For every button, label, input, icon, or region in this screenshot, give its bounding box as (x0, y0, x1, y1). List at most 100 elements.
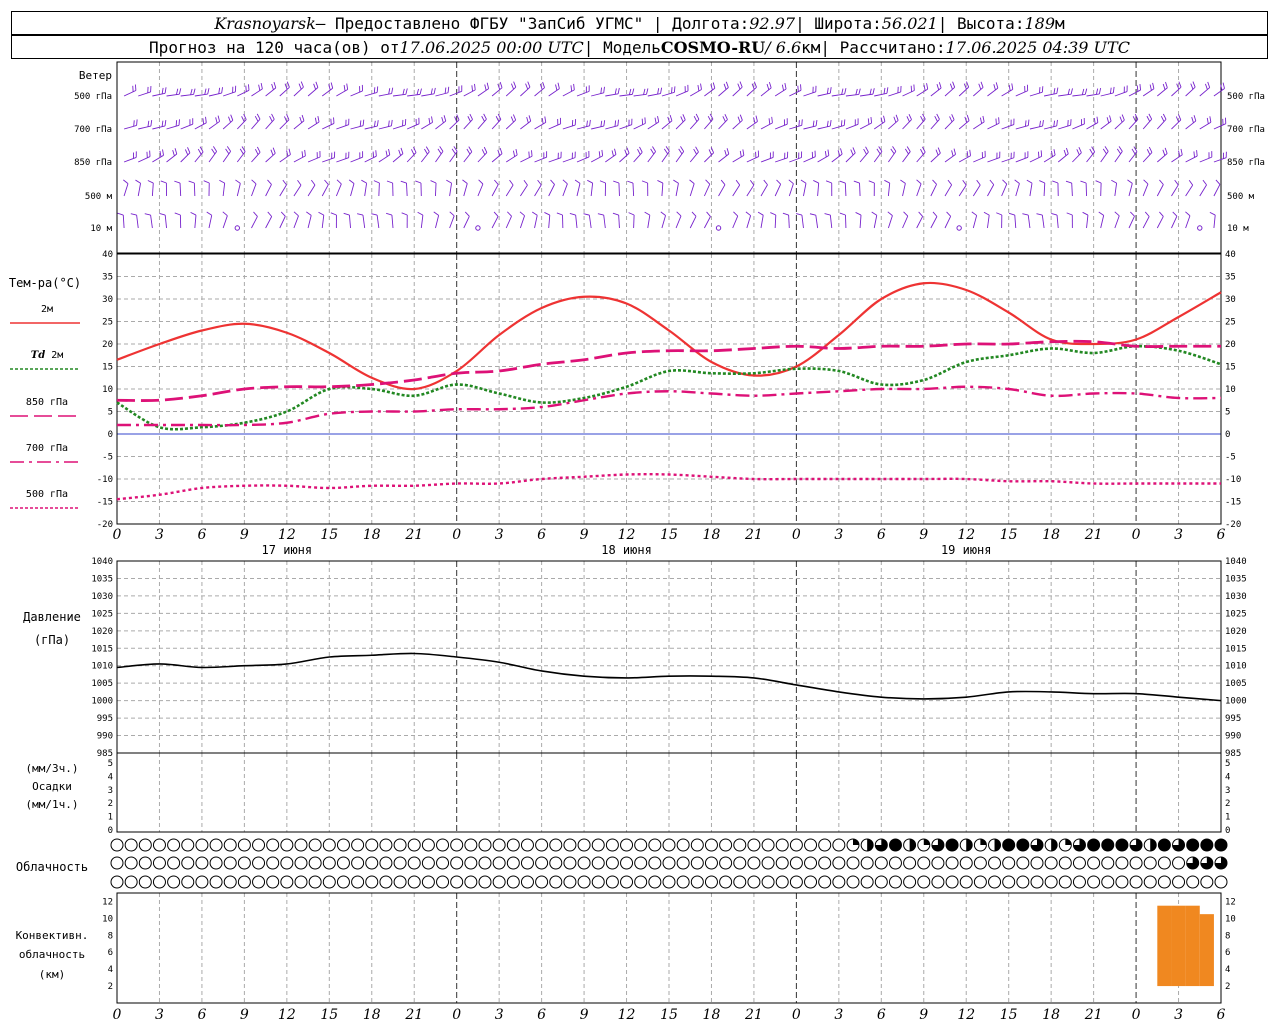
cloud-cover-icon (167, 838, 181, 852)
wind-barb-flag (197, 148, 202, 155)
wind-barb-flag (471, 85, 474, 92)
cloud-cover-icon (888, 856, 902, 870)
wind-barb-flag (510, 116, 514, 123)
wind-barb-flag (617, 119, 619, 126)
temp-ytick-left: 20 (102, 340, 113, 350)
wind-calm-mark (715, 225, 722, 231)
x-hour-label: 15 (1000, 527, 1018, 543)
pressure-ytick-right: 1020 (1225, 627, 1247, 637)
wind-barb-flag (739, 81, 743, 88)
wind-barb (376, 215, 380, 229)
wind-barb-flag (206, 211, 212, 216)
wind-barb-flag (1095, 180, 1102, 184)
wind-barb (718, 87, 729, 97)
wind-barb (194, 215, 197, 229)
cloud-cover-icon (747, 838, 761, 852)
wind-barb-flag (1111, 179, 1117, 184)
wind-barb-flag (598, 151, 601, 158)
cloud-cover-icon (917, 875, 931, 889)
wind-barb (987, 122, 1000, 130)
wind-barb (548, 88, 560, 97)
wind-barb-flag (1206, 117, 1209, 124)
cloud-cover-icon (563, 838, 577, 852)
cloud-cover-icon (294, 838, 308, 852)
wind-barb-flag (980, 81, 984, 88)
wind-barb (1142, 216, 1150, 229)
wind-level-left: 850 гПа (74, 158, 112, 168)
wind-barb (1114, 91, 1128, 97)
cloud-cover-icon (747, 856, 761, 870)
wind-barb (591, 92, 604, 97)
wind-barb (1128, 216, 1135, 229)
cloud-cover-icon (605, 875, 619, 889)
wind-barb-flag (550, 179, 555, 185)
wind-barb-flag (1222, 82, 1225, 89)
cloud-cover-icon (266, 856, 280, 870)
wind-barb (888, 120, 899, 130)
cloud-cover-icon (478, 838, 492, 852)
wind-barb-flag (969, 149, 971, 156)
wind-barb (859, 182, 861, 197)
cloud-cover-icon (804, 838, 818, 852)
wind-barb-flag (627, 180, 634, 184)
wind-barb (1157, 87, 1168, 97)
wind-barb (944, 86, 955, 97)
wind-barb (1128, 89, 1141, 97)
wind-barb-flag (573, 83, 575, 90)
wind-barb-flag (1139, 84, 1142, 91)
x-hour-label: 3 (155, 527, 164, 543)
wind-barb (845, 93, 859, 97)
wind-barb (746, 215, 752, 229)
wind-barb (123, 156, 137, 163)
wind-barb-flag (788, 179, 794, 185)
wind-barb (1043, 154, 1056, 163)
cloud-cover-icon (903, 875, 917, 889)
wind-barb (675, 90, 689, 97)
cloud-cover-icon (973, 856, 987, 870)
wind-barb (1171, 86, 1182, 97)
wind-barb (619, 124, 632, 130)
wind-barb (534, 215, 538, 229)
wind-barb-flag (1116, 148, 1121, 155)
temp-ytick-left: 25 (102, 318, 113, 328)
wind-barb-flag (425, 146, 430, 152)
wind-barb-flag (1053, 120, 1056, 127)
cloud-cover-icon (605, 856, 619, 870)
wind-barb (1014, 215, 1017, 229)
cloud-cover-fill (867, 839, 874, 851)
wind-barb-flag (1192, 81, 1196, 88)
wind-barb-flag (1102, 148, 1107, 155)
cloud-cover-icon (223, 856, 237, 870)
wind-barb-flag (1104, 146, 1109, 152)
cloud-cover-icon (789, 856, 803, 870)
wind-barb (406, 182, 408, 197)
wind-barb-flag (388, 120, 390, 127)
wind-barb (463, 216, 470, 229)
wind-barb-flag (178, 119, 180, 126)
wind-barb-flag (239, 148, 244, 155)
temp-ytick-left: 30 (102, 295, 113, 305)
wind-barb (265, 87, 277, 97)
wind-barb (1185, 184, 1194, 197)
wind-barb-flag (373, 87, 376, 94)
wind-barb (1185, 155, 1198, 163)
cloud-cover-icon (351, 838, 365, 852)
cloud-cover-icon (1044, 856, 1058, 870)
wind-barb (534, 184, 542, 197)
wind-barb-flag (995, 118, 997, 125)
cloud-cover-icon (945, 875, 959, 889)
wind-barb-flag (515, 148, 518, 156)
wind-barb (1100, 92, 1114, 97)
wind-barb-flag (641, 180, 648, 184)
wind-barb (703, 216, 711, 229)
wind-barb-flag (1172, 211, 1178, 217)
conv-title-2: облачность (19, 948, 85, 961)
wind-barb-flag (1159, 179, 1164, 185)
pressure-ytick-left: 985 (97, 749, 113, 759)
wind-barb-flag (781, 84, 784, 91)
wind-barb-flag (447, 86, 450, 93)
wind-barb-flag (1127, 179, 1133, 184)
wind-barb-flag (174, 180, 181, 184)
wind-calm-mark (475, 225, 481, 231)
wind-barb-flag (735, 179, 741, 186)
